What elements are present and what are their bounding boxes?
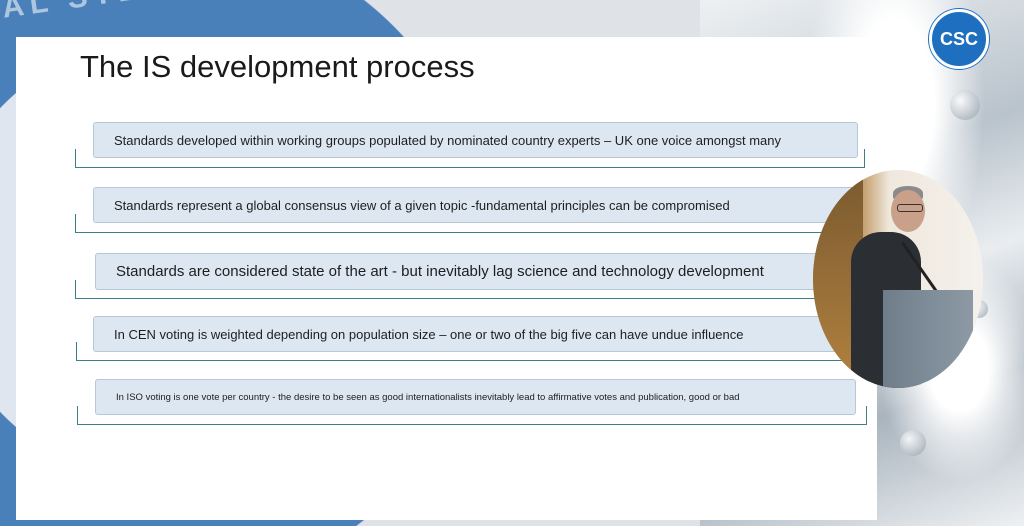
slide: The IS development process Standards dev… — [16, 37, 877, 520]
presenter-video — [813, 170, 983, 388]
podium — [883, 290, 973, 388]
list-item-text: Standards developed within working group… — [93, 122, 858, 158]
list-item-text: In ISO voting is one vote per country - … — [95, 379, 856, 415]
slide-title: The IS development process — [80, 49, 475, 84]
list-item-text: Standards are considered state of the ar… — [95, 253, 858, 290]
glasses-icon — [897, 204, 923, 212]
list-item-text: Standards represent a global consensus v… — [93, 187, 858, 223]
csc-logo: CSC — [929, 9, 989, 69]
list-item-text: In CEN voting is weighted depending on p… — [93, 316, 858, 352]
